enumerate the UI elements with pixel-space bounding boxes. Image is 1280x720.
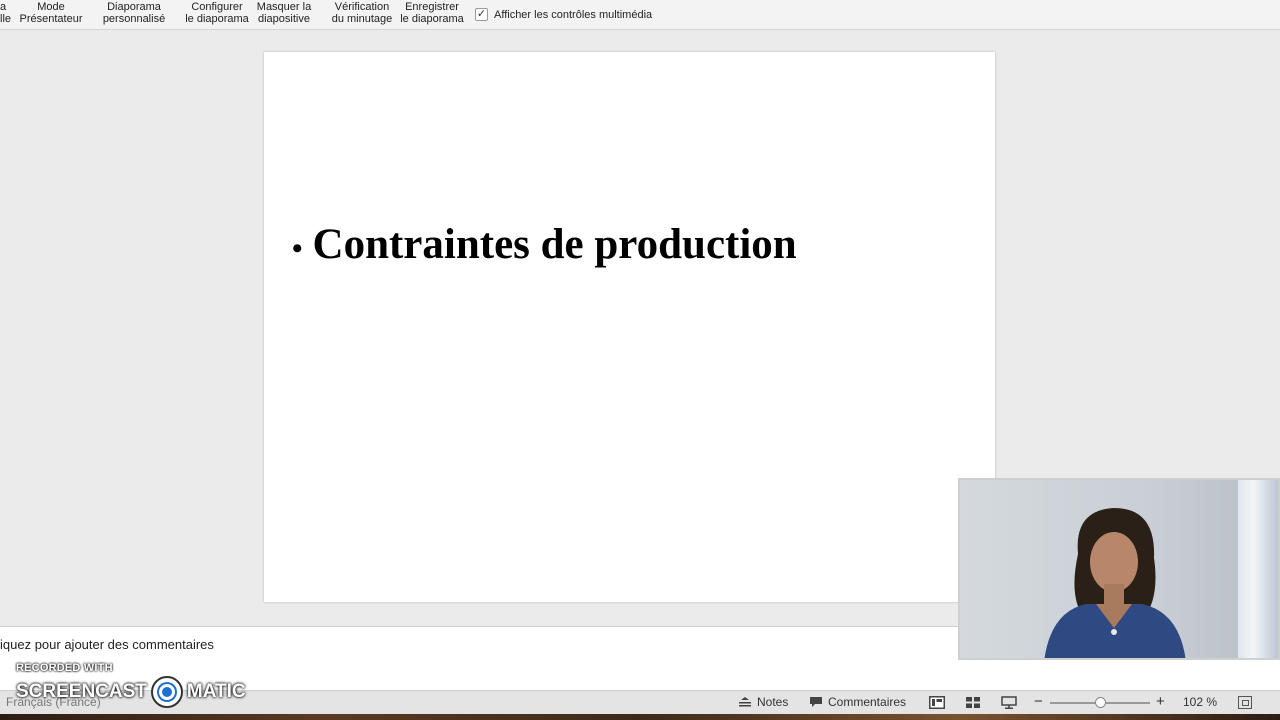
slide-canvas[interactable]: • Contraintes de production bbox=[264, 52, 995, 602]
screencast-watermark: SCREENCAST MATIC bbox=[16, 676, 246, 708]
notes-placeholder: iquez pour ajouter des commentaires bbox=[0, 637, 214, 652]
custom-show-line2: personnalisé bbox=[102, 13, 166, 25]
zoom-minus-icon[interactable]: − bbox=[1034, 693, 1043, 710]
slide-sorter-icon[interactable] bbox=[965, 696, 981, 709]
rehearse-timings-line2: du minutage bbox=[331, 13, 393, 25]
media-controls-checkbox[interactable]: ✓ bbox=[475, 8, 488, 21]
comments-icon bbox=[810, 697, 822, 707]
presenter-mode-line1: Mode bbox=[37, 1, 65, 13]
record-show-line1: Enregistrer bbox=[405, 1, 459, 13]
media-controls-label: Afficher les contrôles multimédia bbox=[494, 8, 653, 21]
screencast-logo-icon bbox=[150, 676, 183, 708]
zoom-slider-thumb[interactable] bbox=[1095, 697, 1106, 708]
custom-show-line1: Diaporama bbox=[107, 1, 161, 13]
slide-bullet-text: Contraintes de production bbox=[312, 221, 797, 268]
slideshow-view-icon[interactable] bbox=[1001, 696, 1017, 709]
rehearse-timings-button[interactable]: Vérification du minutage bbox=[330, 1, 394, 25]
bullet-dot-icon: • bbox=[292, 232, 303, 265]
record-show-button[interactable]: Enregistrer le diaporama bbox=[399, 1, 465, 25]
notes-icon bbox=[739, 697, 751, 707]
hide-slide-line1: Masquer la bbox=[256, 1, 312, 13]
hide-slide-line2: diapositive bbox=[258, 13, 310, 25]
custom-show-button[interactable]: Diaporama personnalisé bbox=[100, 1, 168, 25]
watermark-right-text: MATIC bbox=[186, 681, 246, 702]
presenter-mode-button[interactable]: Mode Présentateur bbox=[18, 1, 84, 25]
watermark-recorded-with: RECORDED WITH bbox=[16, 662, 113, 674]
media-controls-option: ✓ Afficher les contrôles multimédia bbox=[475, 8, 652, 21]
ribbon-toolbar: a lle Mode Présentateur Diaporama person… bbox=[0, 0, 1280, 30]
ribbon-partial-line1: a bbox=[0, 1, 7, 13]
ribbon-partial-line2: lle bbox=[0, 13, 12, 25]
comments-label: Commentaires bbox=[828, 695, 907, 709]
checkmark-icon: ✓ bbox=[476, 8, 487, 20]
fit-to-window-icon[interactable] bbox=[1238, 696, 1252, 709]
normal-view-icon[interactable] bbox=[929, 696, 945, 709]
setup-show-line2: le diaporama bbox=[185, 13, 249, 25]
presenter-mode-line2: Présentateur bbox=[19, 13, 83, 25]
hide-slide-button[interactable]: Masquer la diapositive bbox=[254, 1, 314, 25]
notes-button[interactable]: Notes bbox=[738, 695, 788, 709]
setup-show-line1: Configurer bbox=[191, 1, 243, 13]
record-show-line2: le diaporama bbox=[400, 13, 464, 25]
presenter-figure bbox=[1044, 508, 1186, 658]
comments-button[interactable]: Commentaires bbox=[809, 695, 906, 709]
rehearse-timings-line1: Vérification bbox=[334, 1, 390, 13]
ribbon-partial-button[interactable]: a lle bbox=[0, 1, 11, 25]
notes-label: Notes bbox=[757, 695, 789, 709]
zoom-percent[interactable]: 102 % bbox=[1183, 695, 1217, 709]
slide-bullet[interactable]: • Contraintes de production bbox=[292, 220, 797, 269]
desktop-strip bbox=[0, 714, 1280, 720]
webcam-overlay bbox=[958, 478, 1280, 660]
watermark-left-text: SCREENCAST bbox=[16, 681, 147, 702]
zoom-plus-icon[interactable]: + bbox=[1156, 693, 1165, 710]
setup-show-button[interactable]: Configurer le diaporama bbox=[184, 1, 250, 25]
window-curtain bbox=[1238, 480, 1278, 658]
